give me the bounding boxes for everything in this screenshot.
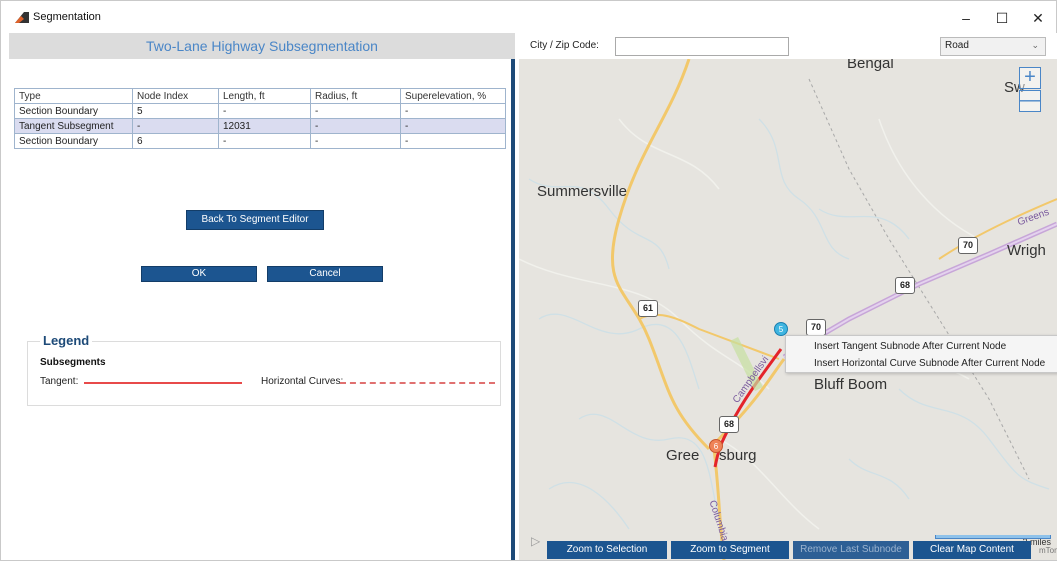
table-cell: - [400,118,506,134]
table-cell: 5 [132,103,219,119]
bing-logo-icon: ▷ [531,534,541,548]
map-label-greensburg-left: Gree [666,447,700,464]
route-shield-68: 68 [895,277,915,294]
segmentation-window: Segmentation – ☐ ✕ Two-Lane Highway Subs… [0,0,1057,561]
legend-tangent-label: Tangent: [40,376,79,387]
column-header: Length, ft [218,88,311,104]
zoom-out-button[interactable]: — [1019,90,1041,112]
table-cell: - [218,103,311,119]
legend: Legend Subsegments Tangent: Horizontal C… [27,333,501,406]
table-header-row: Type Node Index Length, ft Radius, ft Su… [14,88,506,104]
route-shield-70: 70 [958,237,978,254]
legend-tangent-line [84,382,242,384]
route-shield-61: 61 [638,300,658,317]
close-button[interactable]: ✕ [1021,7,1055,29]
column-header: Radius, ft [310,88,401,104]
legend-horizontal-curve-line [340,382,495,384]
zoom-to-segment-button[interactable]: Zoom to Segment [671,541,789,559]
column-header: Node Index [132,88,219,104]
map-scale-bar [935,535,1051,539]
title-bar: Segmentation – ☐ ✕ [1,1,1056,33]
table-cell: 6 [132,133,219,149]
map-type-value: Road [945,40,969,51]
remove-last-subnode-button[interactable]: Remove Last Subnode [793,541,909,559]
back-to-segment-editor-button[interactable]: Back To Segment Editor [186,210,324,230]
legend-horizontal-curve-label: Horizontal Curves: [261,376,344,387]
table-cell: - [400,103,506,119]
chevron-down-icon: ⌄ [1031,40,1039,50]
table-cell: Section Boundary [14,133,133,149]
map-canvas[interactable]: Bengal Sw Summersville Wrigh Greens Bluf… [519,59,1057,560]
table-cell: - [310,133,401,149]
route-shield-68: 68 [719,416,739,433]
table-cell: - [310,118,401,134]
window-title: Segmentation [33,11,101,23]
map-toolbar: City / Zip Code: Road ⌄ [519,33,1057,59]
minimize-button[interactable]: – [949,7,983,29]
subsegment-table: Type Node Index Length, ft Radius, ft Su… [14,88,506,149]
menu-item-insert-tangent-subnode[interactable]: Insert Tangent Subnode After Current Nod… [814,339,1006,355]
map-panel: City / Zip Code: Road ⌄ Bengal Sw Summer… [519,33,1057,560]
table-cell: Tangent Subsegment [14,118,133,134]
node-marker-end[interactable]: 6 [709,439,723,453]
table-cell: Section Boundary [14,103,133,119]
zoom-control: + — [1019,67,1041,113]
legend-subtitle: Subsegments [40,357,106,368]
node-context-menu: Insert Tangent Subnode After Current Nod… [785,335,1057,373]
map-label-bengal: Bengal [847,59,894,72]
maximize-button[interactable]: ☐ [985,7,1019,29]
table-row[interactable]: Tangent Subsegment - 12031 - - [14,118,506,134]
legend-title: Legend [40,333,93,348]
table-cell: - [218,133,311,149]
table-row[interactable]: Section Boundary 5 - - - [14,103,506,119]
map-label-bluff-boom: Bluff Boom [814,376,888,393]
panel-title: Two-Lane Highway Subsegmentation [9,33,515,59]
city-zip-label: City / Zip Code: [530,40,599,51]
map-background [519,59,1057,560]
ok-button[interactable]: OK [141,266,257,282]
map-label-greensburg-right: sburg [719,447,757,464]
menu-item-insert-horizontal-curve-subnode[interactable]: Insert Horizontal Curve Subnode After Cu… [814,356,1045,372]
route-shield-70: 70 [806,319,826,336]
map-label-summersville: Summersville [537,183,628,200]
zoom-in-button[interactable]: + [1019,67,1041,89]
city-zip-input[interactable] [615,37,789,56]
table-cell: - [132,118,219,134]
map-type-select[interactable]: Road ⌄ [940,37,1046,56]
column-header: Superelevation, % [400,88,506,104]
table-cell: - [400,133,506,149]
clear-map-content-button[interactable]: Clear Map Content [913,541,1031,559]
map-attribution: mTom [1039,546,1057,555]
app-icon [15,12,29,23]
subsegmentation-panel: Two-Lane Highway Subsegmentation Type No… [9,33,515,560]
table-cell: 12031 [218,118,311,134]
table-cell: - [310,103,401,119]
column-header: Type [14,88,133,104]
zoom-to-selection-button[interactable]: Zoom to Selection [547,541,667,559]
map-label-wrigh: Wrigh [1007,242,1046,259]
cancel-button[interactable]: Cancel [267,266,383,282]
table-row[interactable]: Section Boundary 6 - - - [14,133,506,149]
node-marker-start[interactable]: 5 [774,322,788,336]
